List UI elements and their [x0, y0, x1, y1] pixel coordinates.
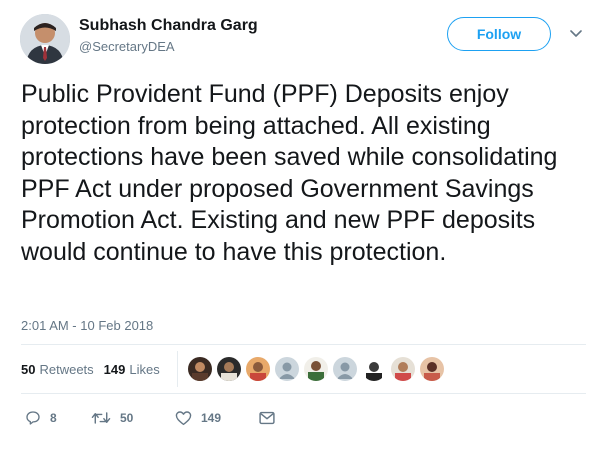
chevron-down-icon[interactable]: [568, 26, 584, 42]
author-name[interactable]: Subhash Chandra Garg: [79, 17, 258, 35]
likers-avatars: [188, 357, 449, 381]
heart-icon: [175, 411, 192, 426]
divider: [21, 344, 586, 345]
likes-stat[interactable]: 149 Likes: [104, 362, 160, 377]
default-avatar[interactable]: [275, 357, 299, 381]
liker-avatar[interactable]: [362, 357, 386, 381]
message-button[interactable]: [259, 411, 275, 425]
liker-avatar[interactable]: [420, 357, 444, 381]
liker-avatar[interactable]: [188, 357, 212, 381]
reply-count: 8: [50, 411, 57, 425]
retweet-count: 50: [120, 411, 134, 425]
liker-avatar[interactable]: [217, 357, 241, 381]
retweet-button[interactable]: 50: [91, 410, 175, 426]
author-avatar[interactable]: [20, 14, 70, 64]
tweet-card: Subhash Chandra Garg @SecretaryDEA Follo…: [0, 0, 600, 450]
liker-avatar[interactable]: [246, 357, 270, 381]
tweet-timestamp[interactable]: 2:01 AM - 10 Feb 2018: [21, 318, 153, 333]
default-avatar[interactable]: [333, 357, 357, 381]
stats-separator: [177, 351, 178, 387]
tweet-actions: 8 50 149: [25, 408, 275, 428]
likes-count: 149: [103, 361, 126, 377]
author-handle[interactable]: @SecretaryDEA: [79, 39, 175, 54]
reply-button[interactable]: 8: [25, 410, 91, 426]
likes-label: Likes: [129, 361, 160, 377]
retweets-label: Retweets: [39, 361, 94, 377]
like-button[interactable]: 149: [175, 410, 259, 426]
engagement-stats: 50 Retweets 149 Likes: [21, 351, 170, 387]
retweets-count: 50: [21, 361, 36, 377]
retweet-icon: [91, 412, 111, 424]
envelope-icon: [259, 411, 275, 425]
divider: [21, 393, 586, 394]
follow-button[interactable]: Follow: [447, 17, 551, 51]
reply-icon: [26, 411, 40, 425]
tweet-text: Public Provident Fund (PPF) Deposits enj…: [21, 80, 558, 266]
like-count: 149: [201, 411, 222, 425]
retweets-stat[interactable]: 50 Retweets: [21, 362, 94, 377]
liker-avatar[interactable]: [391, 357, 415, 381]
liker-avatar[interactable]: [304, 357, 328, 381]
